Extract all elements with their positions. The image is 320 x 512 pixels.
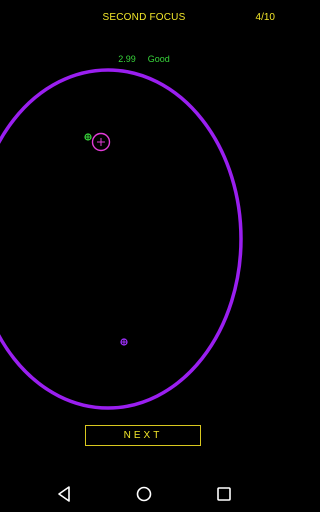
- next-button[interactable]: NEXT: [85, 425, 201, 446]
- first-focus-marker: [120, 338, 128, 346]
- triangle-back-icon[interactable]: [53, 483, 75, 505]
- correct-focus-marker: [84, 133, 92, 141]
- circle-home-icon[interactable]: [133, 483, 155, 505]
- orbit-ellipse: [0, 68, 243, 410]
- system-nav-bar: [0, 476, 288, 512]
- square-recents-icon[interactable]: [213, 483, 235, 505]
- guess-crosshair[interactable]: [91, 132, 111, 152]
- game-canvas[interactable]: [0, 0, 288, 476]
